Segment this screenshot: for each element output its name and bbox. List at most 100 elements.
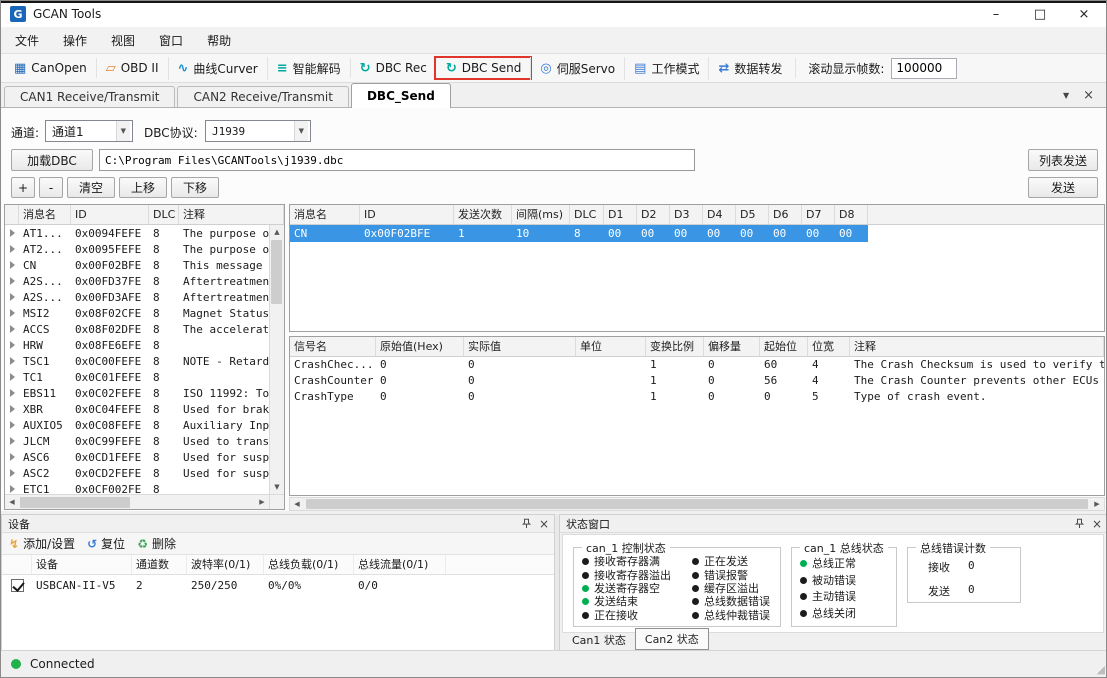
protocol-select[interactable]: J1939 ▼ (205, 120, 311, 142)
column-header-d3[interactable]: D3 (670, 205, 703, 224)
column-header-d6[interactable]: D6 (769, 205, 802, 224)
scroll-left-icon[interactable]: ◀ (290, 497, 304, 511)
scrollbar-thumb[interactable] (20, 497, 130, 508)
scroll-frames-input[interactable] (891, 58, 957, 79)
message-row[interactable]: AT2... 0x0095FEFE 8 The purpose of t (5, 241, 269, 257)
expand-icon[interactable] (10, 261, 15, 269)
menu-item[interactable]: 窗口 (147, 27, 195, 54)
column-header-unit[interactable]: 单位 (576, 337, 646, 356)
expand-icon[interactable] (10, 405, 15, 413)
scroll-right-icon[interactable]: ▶ (255, 495, 269, 509)
column-header-d7[interactable]: D7 (802, 205, 835, 224)
message-row[interactable]: A2S... 0x00FD37FE 8 Aftertreatment 2 (5, 273, 269, 289)
titlebar[interactable]: G GCAN Tools – □ × (1, 1, 1106, 27)
scroll-right-icon[interactable]: ▶ (1090, 497, 1104, 511)
expand-icon[interactable] (10, 325, 15, 333)
toolbar-button[interactable]: ↻ DBC Rec (350, 58, 436, 78)
menu-item[interactable]: 文件 (3, 27, 51, 54)
devices-toolbar-button[interactable]: ↯ 添加/设置 (9, 535, 75, 552)
pin-icon[interactable] (521, 518, 532, 529)
tab-list-dropdown-icon[interactable]: ▼ (1063, 91, 1069, 100)
column-header-bus-flow[interactable]: 总线流量(0/1) (354, 555, 446, 574)
column-header-d2[interactable]: D2 (637, 205, 670, 224)
column-header-dlc[interactable]: DLC (570, 205, 604, 224)
scroll-down-icon[interactable]: ▼ (270, 480, 284, 494)
column-header-actual-value[interactable]: 实际值 (464, 337, 576, 356)
column-header-id[interactable]: ID (360, 205, 454, 224)
message-row[interactable]: AUXIO5 0x0C08FEFE 8 Auxiliary Input/ (5, 417, 269, 433)
toolbar-button[interactable]: ⇄ 数据转发 (708, 57, 791, 80)
minimize-button[interactable]: – (974, 1, 1018, 27)
status-tab[interactable]: Can1 状态 (563, 630, 635, 650)
toolbar-button[interactable]: ◎ 伺服Servo (530, 57, 624, 80)
message-row[interactable]: ETC1 0x0CF002FE 8 (5, 481, 269, 494)
message-row[interactable]: ASC6 0x0CD1FEFE 8 Used for suspens (5, 449, 269, 465)
column-header-comment[interactable]: 注释 (179, 205, 284, 224)
column-header-id[interactable]: ID (71, 205, 149, 224)
horizontal-scrollbar[interactable]: ◀ ▶ (5, 494, 269, 509)
message-row[interactable]: JLCM 0x0C99FEFE 8 Used to transfer (5, 433, 269, 449)
column-header-d8[interactable]: D8 (835, 205, 868, 224)
main-tab[interactable]: CAN1 Receive/Transmit (4, 86, 175, 107)
signal-row[interactable]: CrashType 0 0 1 0 0 5 Type of crash even… (290, 389, 1104, 405)
load-dbc-button[interactable]: 加载DBC (11, 149, 93, 171)
column-header-message-name[interactable]: 消息名 (290, 205, 360, 224)
message-row[interactable]: ASC2 0x0CD2FEFE 8 Used for suspens (5, 465, 269, 481)
send-row[interactable]: CN 0x00F02BFE 1 10 8 00 00 00 00 00 00 0… (290, 225, 868, 242)
expand-icon[interactable] (10, 293, 15, 301)
list-send-button[interactable]: 列表发送 (1028, 149, 1098, 171)
devices-toolbar-button[interactable]: ↺ 复位 (87, 535, 125, 552)
signal-row[interactable]: CrashCounter 0 0 1 0 56 4 The Crash Coun… (290, 373, 1104, 389)
device-row[interactable]: USBCAN-II-V5 2 250/250 0%/0% 0/0 (2, 575, 554, 595)
expand-icon[interactable] (10, 277, 15, 285)
toolbar-button[interactable]: ▦ CanOpen (5, 58, 96, 78)
toolbar-button[interactable]: ▱ OBD II (96, 58, 168, 78)
close-panel-icon[interactable]: × (539, 518, 549, 530)
message-row[interactable]: A2S... 0x00FD3AFE 8 Aftertreatment 2 (5, 289, 269, 305)
signal-row[interactable]: CrashChec... 0 0 1 0 60 4 The Crash Chec… (290, 357, 1104, 373)
message-row[interactable]: TC1 0x0C01FEFE 8 (5, 369, 269, 385)
toolbar-button[interactable]: ≡ 智能解码 (267, 57, 350, 80)
message-row[interactable]: MSI2 0x08F02CFE 8 Magnet Status In (5, 305, 269, 321)
vertical-scrollbar[interactable]: ▲ ▼ (269, 225, 284, 494)
column-header-device[interactable]: 设备 (32, 555, 132, 574)
menu-item[interactable]: 帮助 (195, 27, 243, 54)
column-header-comment[interactable]: 注释 (850, 337, 1104, 356)
toolbar-button[interactable]: ▤ 工作模式 (624, 57, 708, 80)
expand-icon[interactable] (10, 373, 15, 381)
menu-item[interactable]: 视图 (99, 27, 147, 54)
expand-icon[interactable] (10, 485, 15, 493)
column-header-dlc[interactable]: DLC (149, 205, 179, 224)
column-header-d4[interactable]: D4 (703, 205, 736, 224)
column-header-d1[interactable]: D1 (604, 205, 637, 224)
column-header-baud-rate[interactable]: 波特率(0/1) (187, 555, 264, 574)
scroll-left-icon[interactable]: ◀ (5, 495, 19, 509)
expand-icon[interactable] (10, 357, 15, 365)
expand-icon[interactable] (10, 229, 15, 237)
move-down-button[interactable]: 下移 (171, 177, 219, 198)
expand-icon[interactable] (10, 341, 15, 349)
main-tab[interactable]: DBC_Send (351, 83, 451, 108)
message-row[interactable]: AT1... 0x0094FEFE 8 The purpose of t (5, 225, 269, 241)
status-tab[interactable]: Can2 状态 (635, 628, 709, 650)
dbc-path-input[interactable] (99, 149, 695, 171)
close-panel-icon[interactable]: × (1092, 518, 1102, 530)
maximize-button[interactable]: □ (1018, 1, 1062, 27)
expand-icon[interactable] (10, 309, 15, 317)
message-row[interactable]: XBR 0x0C04FEFE 8 Used for brake c (5, 401, 269, 417)
expand-icon[interactable] (10, 421, 15, 429)
column-header-channels[interactable]: 通道数 (132, 555, 187, 574)
column-header-interval[interactable]: 间隔(ms) (512, 205, 570, 224)
scrollbar-thumb[interactable] (271, 240, 282, 304)
pin-icon[interactable] (1074, 518, 1085, 529)
tab-close-icon[interactable]: × (1083, 88, 1094, 103)
resize-grip[interactable]: ◢ (1097, 664, 1105, 675)
move-up-button[interactable]: 上移 (119, 177, 167, 198)
column-header-d5[interactable]: D5 (736, 205, 769, 224)
toolbar-button[interactable]: ∿ 曲线Curver (168, 57, 267, 80)
scrollbar-thumb[interactable] (306, 499, 1088, 509)
column-header-scale[interactable]: 变换比例 (646, 337, 704, 356)
device-checkbox[interactable] (11, 579, 24, 592)
close-button[interactable]: × (1062, 1, 1106, 27)
message-row[interactable]: CN 0x00F02BFE 8 This message is (5, 257, 269, 273)
